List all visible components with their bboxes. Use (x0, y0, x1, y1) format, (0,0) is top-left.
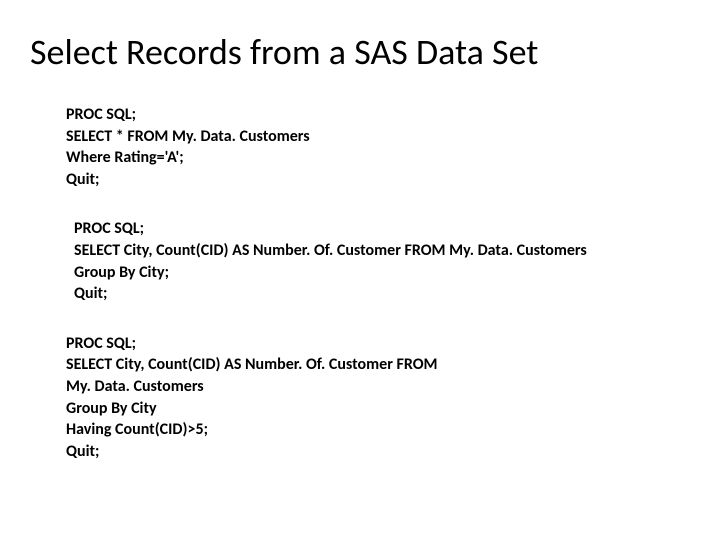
slide: Select Records from a SAS Data Set PROC … (0, 0, 720, 540)
code-line: Where Rating='A'; (66, 147, 690, 169)
code-line: PROC SQL; (66, 104, 690, 126)
page-title: Select Records from a SAS Data Set (30, 30, 690, 74)
code-line: Quit; (66, 169, 690, 191)
code-block-3: PROC SQL; SELECT City, Count(CID) AS Num… (66, 333, 690, 463)
code-line: Group By City (66, 398, 690, 420)
code-line: My. Data. Customers (66, 376, 690, 398)
code-line: PROC SQL; (66, 333, 690, 355)
code-block-2: PROC SQL; SELECT City, Count(CID) AS Num… (74, 218, 690, 304)
code-block-1: PROC SQL; SELECT * FROM My. Data. Custom… (66, 104, 690, 190)
code-line: SELECT City, Count(CID) AS Number. Of. C… (66, 354, 690, 376)
code-line: Quit; (74, 283, 690, 305)
code-line: Quit; (66, 441, 690, 463)
code-line: SELECT City, Count(CID) AS Number. Of. C… (74, 240, 690, 262)
code-line: Group By City; (74, 262, 690, 284)
code-line: Having Count(CID)>5; (66, 419, 690, 441)
code-line: PROC SQL; (74, 218, 690, 240)
code-line: SELECT * FROM My. Data. Customers (66, 126, 690, 148)
